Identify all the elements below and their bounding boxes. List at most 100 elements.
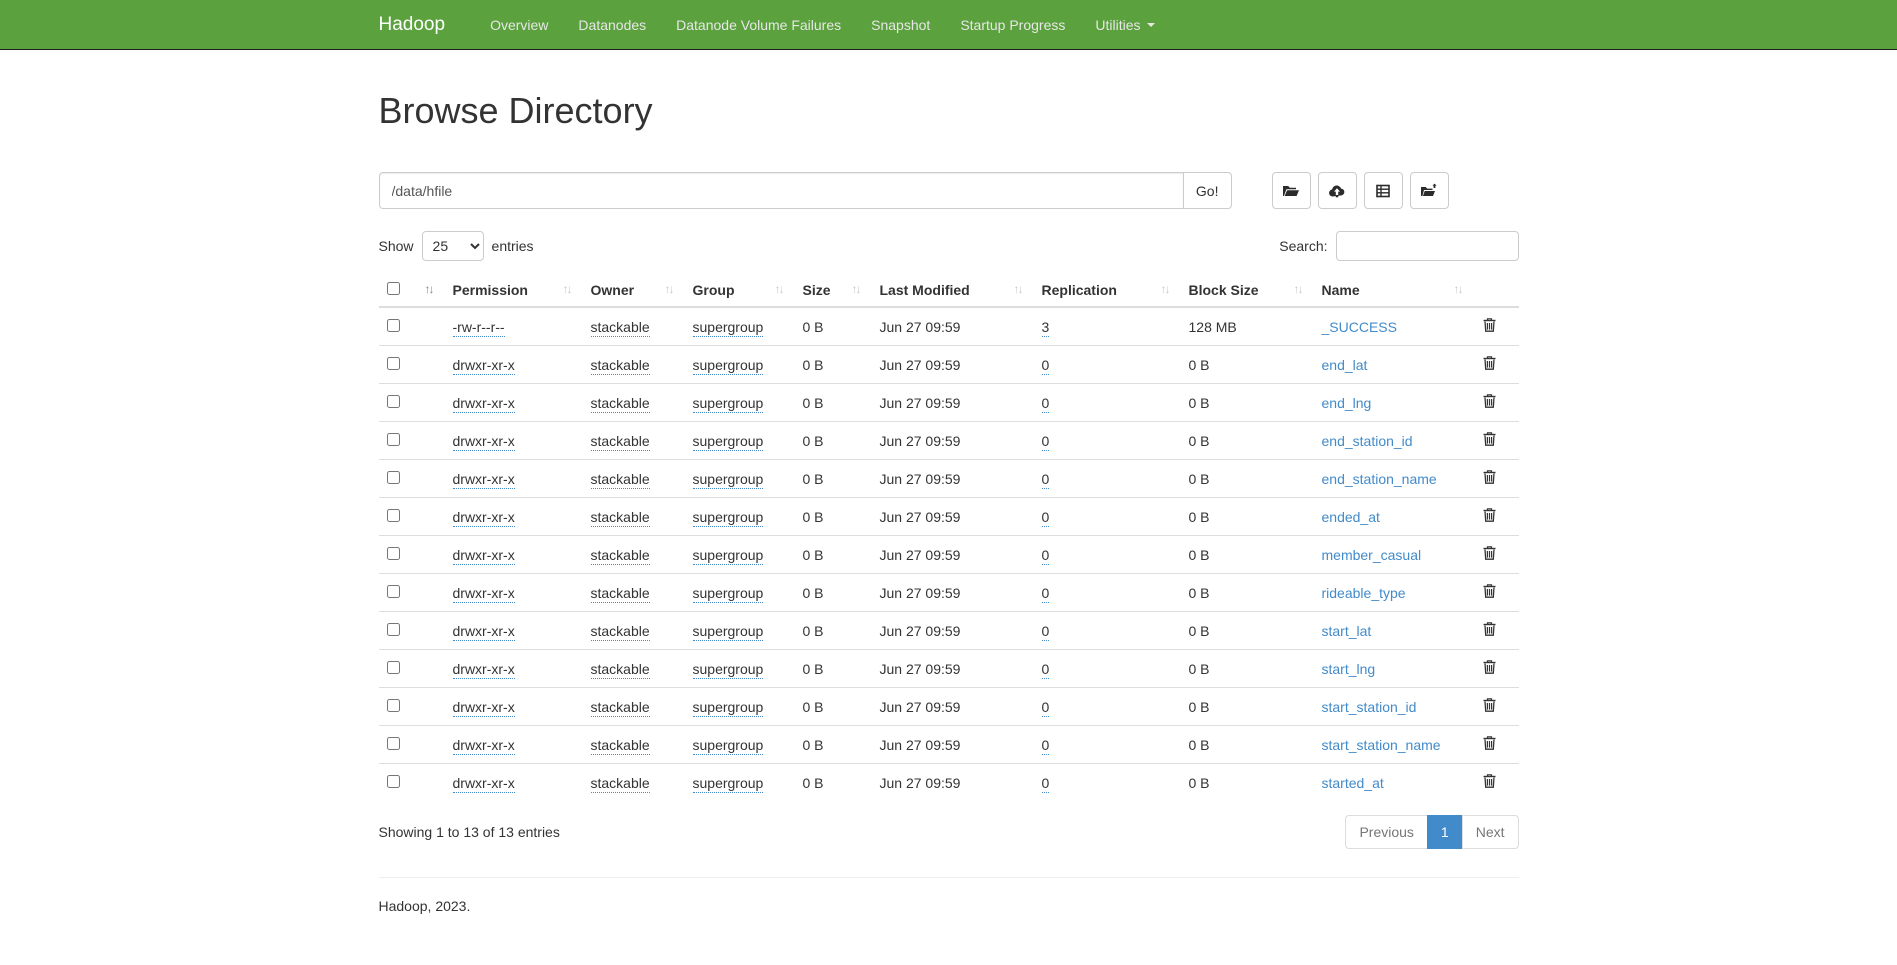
- create-directory-button[interactable]: [1272, 172, 1311, 209]
- replication-value[interactable]: 0: [1042, 471, 1050, 489]
- page-size-select[interactable]: 25: [422, 231, 484, 261]
- nav-item-datanodes[interactable]: Datanodes: [563, 0, 661, 50]
- owner-value[interactable]: stackable: [591, 585, 650, 603]
- file-name-link[interactable]: rideable_type: [1322, 585, 1406, 601]
- header-last-modified[interactable]: Last Modified: [872, 274, 1034, 307]
- replication-value[interactable]: 0: [1042, 775, 1050, 793]
- permission-value[interactable]: -rw-r--r--: [453, 319, 505, 337]
- nav-item-snapshot[interactable]: Snapshot: [856, 0, 945, 50]
- row-checkbox[interactable]: [387, 433, 400, 446]
- file-name-link[interactable]: end_lat: [1322, 357, 1368, 373]
- replication-value[interactable]: 0: [1042, 509, 1050, 527]
- permission-value[interactable]: drwxr-xr-x: [453, 623, 515, 641]
- replication-value[interactable]: 0: [1042, 699, 1050, 717]
- group-value[interactable]: supergroup: [693, 661, 764, 679]
- file-name-link[interactable]: start_lng: [1322, 661, 1376, 677]
- owner-value[interactable]: stackable: [591, 775, 650, 793]
- nav-item-startup-progress[interactable]: Startup Progress: [945, 0, 1080, 50]
- owner-value[interactable]: stackable: [591, 547, 650, 565]
- permission-value[interactable]: drwxr-xr-x: [453, 357, 515, 375]
- row-checkbox[interactable]: [387, 737, 400, 750]
- group-value[interactable]: supergroup: [693, 775, 764, 793]
- permission-value[interactable]: drwxr-xr-x: [453, 775, 515, 793]
- row-checkbox[interactable]: [387, 661, 400, 674]
- owner-value[interactable]: stackable: [591, 319, 650, 337]
- group-value[interactable]: supergroup: [693, 433, 764, 451]
- permission-value[interactable]: drwxr-xr-x: [453, 547, 515, 565]
- go-button[interactable]: Go!: [1183, 172, 1232, 209]
- header-group[interactable]: Group: [685, 274, 795, 307]
- delete-file-button[interactable]: [1482, 317, 1497, 336]
- owner-value[interactable]: stackable: [591, 433, 650, 451]
- owner-value[interactable]: stackable: [591, 737, 650, 755]
- group-value[interactable]: supergroup: [693, 471, 764, 489]
- delete-file-button[interactable]: [1482, 735, 1497, 754]
- nav-item-datanode-volume-failures[interactable]: Datanode Volume Failures: [661, 0, 856, 50]
- replication-value[interactable]: 0: [1042, 433, 1050, 451]
- replication-value[interactable]: 3: [1042, 319, 1050, 337]
- row-checkbox[interactable]: [387, 357, 400, 370]
- header-name[interactable]: Name: [1314, 274, 1474, 307]
- owner-value[interactable]: stackable: [591, 471, 650, 489]
- permission-value[interactable]: drwxr-xr-x: [453, 737, 515, 755]
- select-all-header[interactable]: [379, 274, 445, 307]
- row-checkbox[interactable]: [387, 547, 400, 560]
- directory-path-input[interactable]: [379, 172, 1184, 209]
- replication-value[interactable]: 0: [1042, 737, 1050, 755]
- delete-file-button[interactable]: [1482, 355, 1497, 374]
- replication-value[interactable]: 0: [1042, 585, 1050, 603]
- group-value[interactable]: supergroup: [693, 585, 764, 603]
- row-checkbox[interactable]: [387, 623, 400, 636]
- delete-file-button[interactable]: [1482, 621, 1497, 640]
- header-owner[interactable]: Owner: [583, 274, 685, 307]
- nav-item-overview[interactable]: Overview: [475, 0, 563, 50]
- delete-file-button[interactable]: [1482, 507, 1497, 526]
- group-value[interactable]: supergroup: [693, 509, 764, 527]
- replication-value[interactable]: 0: [1042, 661, 1050, 679]
- row-checkbox[interactable]: [387, 509, 400, 522]
- navbar-brand[interactable]: Hadoop: [379, 0, 461, 50]
- delete-file-button[interactable]: [1482, 659, 1497, 678]
- group-value[interactable]: supergroup: [693, 623, 764, 641]
- file-name-link[interactable]: _SUCCESS: [1322, 319, 1397, 335]
- file-name-link[interactable]: start_lat: [1322, 623, 1372, 639]
- permission-value[interactable]: drwxr-xr-x: [453, 509, 515, 527]
- delete-file-button[interactable]: [1482, 545, 1497, 564]
- permission-value[interactable]: drwxr-xr-x: [453, 433, 515, 451]
- row-checkbox[interactable]: [387, 585, 400, 598]
- replication-value[interactable]: 0: [1042, 357, 1050, 375]
- row-checkbox[interactable]: [387, 471, 400, 484]
- owner-value[interactable]: stackable: [591, 623, 650, 641]
- permission-value[interactable]: drwxr-xr-x: [453, 395, 515, 413]
- header-replication[interactable]: Replication: [1034, 274, 1181, 307]
- nav-item-utilities[interactable]: Utilities: [1080, 0, 1169, 50]
- delete-file-button[interactable]: [1482, 393, 1497, 412]
- row-checkbox[interactable]: [387, 699, 400, 712]
- owner-value[interactable]: stackable: [591, 395, 650, 413]
- owner-value[interactable]: stackable: [591, 699, 650, 717]
- owner-value[interactable]: stackable: [591, 357, 650, 375]
- header-size[interactable]: Size: [795, 274, 872, 307]
- delete-file-button[interactable]: [1482, 431, 1497, 450]
- permission-value[interactable]: drwxr-xr-x: [453, 699, 515, 717]
- file-name-link[interactable]: ended_at: [1322, 509, 1380, 525]
- file-name-link[interactable]: end_station_name: [1322, 471, 1437, 487]
- paste-move-button[interactable]: [1410, 172, 1449, 209]
- select-all-checkbox[interactable]: [387, 282, 400, 295]
- file-name-link[interactable]: start_station_name: [1322, 737, 1441, 753]
- delete-file-button[interactable]: [1482, 583, 1497, 602]
- owner-value[interactable]: stackable: [591, 661, 650, 679]
- delete-file-button[interactable]: [1482, 697, 1497, 716]
- delete-file-button[interactable]: [1482, 773, 1497, 792]
- group-value[interactable]: supergroup: [693, 357, 764, 375]
- row-checkbox[interactable]: [387, 395, 400, 408]
- file-name-link[interactable]: end_station_id: [1322, 433, 1413, 449]
- replication-value[interactable]: 0: [1042, 547, 1050, 565]
- upload-files-button[interactable]: [1318, 172, 1357, 209]
- replication-value[interactable]: 0: [1042, 395, 1050, 413]
- group-value[interactable]: supergroup: [693, 319, 764, 337]
- row-checkbox[interactable]: [387, 775, 400, 788]
- header-block-size[interactable]: Block Size: [1181, 274, 1314, 307]
- search-input[interactable]: [1336, 231, 1519, 261]
- file-name-link[interactable]: started_at: [1322, 775, 1384, 791]
